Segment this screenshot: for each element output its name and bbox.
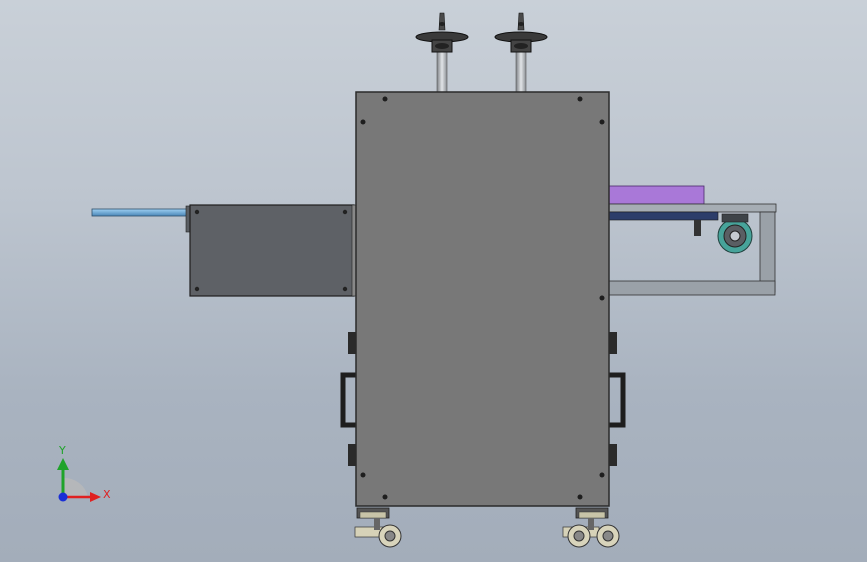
- main-cabinet: [355, 91, 610, 507]
- z-axis-dot-icon: [58, 492, 68, 502]
- y-axis-label: Y: [58, 444, 66, 457]
- x-axis-arrow-icon: [90, 492, 101, 502]
- handwheel-right: [494, 12, 548, 93]
- handwheel-left: [415, 12, 469, 93]
- side-box-left: [189, 204, 357, 297]
- y-axis-arrow-icon: [57, 458, 69, 470]
- caster-right: [562, 507, 620, 548]
- inlet-pipe: [91, 205, 191, 233]
- coordinate-triad[interactable]: Y X: [57, 444, 111, 502]
- caster-left: [354, 507, 402, 548]
- triad-plane: [63, 477, 88, 497]
- x-axis-label: X: [103, 488, 111, 501]
- motor-pulley: [717, 213, 753, 254]
- conveyor-frame-right: [607, 185, 777, 296]
- machine-drawing: Y X: [57, 12, 777, 548]
- purple-block: [607, 185, 705, 205]
- cad-viewport[interactable]: Y X: [0, 0, 867, 562]
